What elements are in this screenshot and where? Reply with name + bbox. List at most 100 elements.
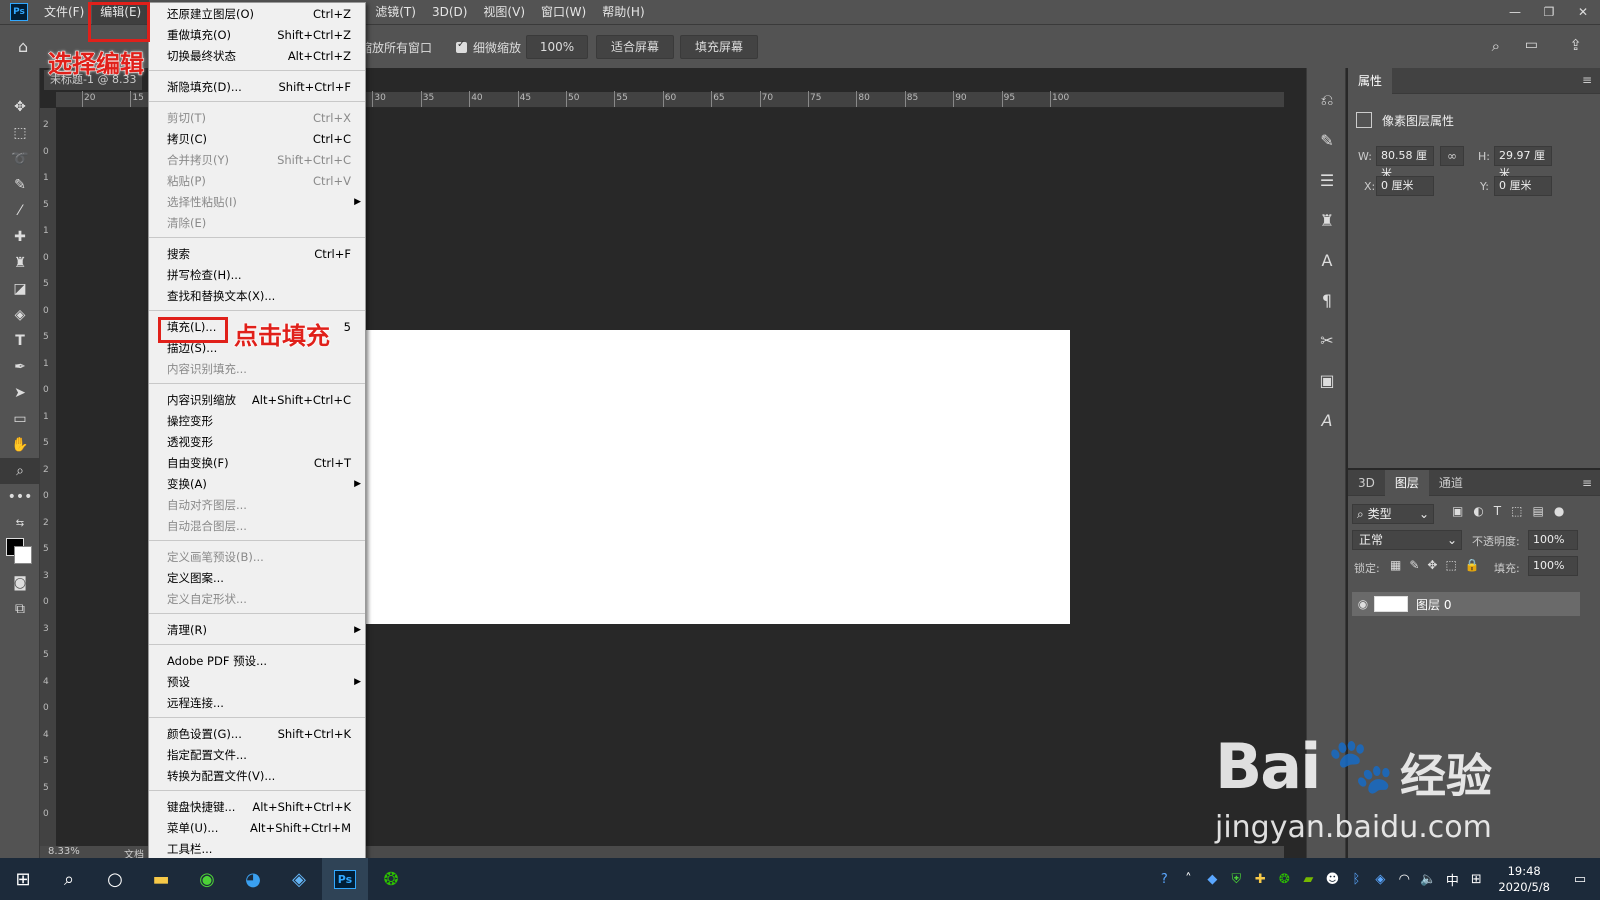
close-button[interactable]: ✕	[1566, 0, 1600, 24]
eye-icon[interactable]: ◉	[1352, 597, 1374, 611]
link-icon[interactable]: ∞	[1440, 146, 1464, 166]
edit-menu-item[interactable]: 重做填充(O) Shift+Ctrl+Z	[149, 24, 365, 45]
history-icon[interactable]: ⎌	[1307, 80, 1347, 120]
fill-field[interactable]: 100%	[1528, 556, 1578, 576]
eraser-tool-icon[interactable]: ◪	[0, 276, 40, 302]
quick-mask-icon[interactable]: ◙	[0, 570, 40, 596]
menu-filter[interactable]: 滤镜(T)	[367, 0, 424, 24]
edit-menu-item[interactable]: 内容识别缩放 Alt+Shift+Ctrl+C	[149, 389, 365, 410]
edit-menu-item[interactable]: 透视变形	[149, 431, 365, 452]
edit-menu-item[interactable]: 拼写检查(H)...	[149, 264, 365, 285]
edit-menu-item[interactable]: 清理(R) ▶	[149, 619, 365, 640]
menu-file[interactable]: 文件(F)	[36, 0, 92, 24]
wechat-icon[interactable]: ❂	[368, 858, 414, 900]
lock-icons[interactable]: ▦✎✥⬚🔒	[1390, 558, 1488, 572]
screen-mode-icon[interactable]: ⧉	[0, 596, 40, 622]
plus-tray-icon[interactable]: ✚	[1248, 858, 1272, 900]
edit-menu-item[interactable]: 预设 ▶	[149, 671, 365, 692]
adjustments-icon[interactable]: ☰	[1307, 160, 1347, 200]
edit-menu-item[interactable]: Adobe PDF 预设...	[149, 650, 365, 671]
workspace-icon[interactable]: ▭	[1525, 37, 1538, 53]
opacity-field[interactable]: 100%	[1528, 530, 1578, 550]
panel-menu-icon[interactable]: ≡	[1582, 476, 1592, 490]
edit-menu-item[interactable]: 还原建立图层(O) Ctrl+Z	[149, 3, 365, 24]
home-icon[interactable]: ⌂	[18, 37, 28, 56]
healing-brush-tool-icon[interactable]: ✚	[0, 224, 40, 250]
clock[interactable]: 19:48 2020/5/8	[1488, 863, 1560, 895]
eyedropper-tool-icon[interactable]: ⁄	[0, 198, 40, 224]
tab-channels[interactable]: 通道	[1429, 470, 1473, 496]
stamp-tool-icon[interactable]: ♜	[0, 250, 40, 276]
fill-screen-button[interactable]: 填充屏幕	[680, 35, 759, 59]
qq-icon[interactable]: ☻	[1320, 858, 1344, 900]
tool-presets-icon[interactable]: ✂	[1307, 320, 1347, 360]
move-tool-icon[interactable]: ✥	[0, 94, 40, 120]
edit-menu-item[interactable]: 定义图案...	[149, 567, 365, 588]
app-sync-icon[interactable]: ◈	[1368, 858, 1392, 900]
pen-tool-icon[interactable]: ✒	[0, 354, 40, 380]
cortana-icon[interactable]: ○	[92, 858, 138, 900]
edit-menu-item[interactable]: 转换为配置文件(V)...	[149, 765, 365, 786]
edit-menu-item[interactable]: 指定配置文件...	[149, 744, 365, 765]
type-tool-icon[interactable]: T	[0, 328, 40, 354]
layer-filter-select[interactable]: ⌕ 类型 ⌄	[1352, 504, 1434, 524]
width-field[interactable]: 80.58 厘米	[1376, 146, 1434, 180]
clone-source-icon[interactable]: ♜	[1307, 200, 1347, 240]
volume-icon[interactable]: 🔈	[1416, 858, 1440, 900]
edit-menu-item[interactable]: 搜索 Ctrl+F	[149, 243, 365, 264]
paragraph-icon[interactable]: ¶	[1307, 280, 1347, 320]
menu-3d[interactable]: 3D(D)	[424, 0, 475, 24]
edit-menu-item[interactable]: 工具栏...	[149, 838, 365, 859]
wifi-icon[interactable]: ◠	[1392, 858, 1416, 900]
rectangle-tool-icon[interactable]: ▭	[0, 406, 40, 432]
glyphs-icon[interactable]: A	[1307, 400, 1347, 440]
app-blue-icon[interactable]: ◈	[276, 858, 322, 900]
help-icon[interactable]: ?	[1152, 858, 1176, 900]
zoom-level[interactable]: 8.33%	[48, 846, 80, 857]
edit-menu-item[interactable]: 远程连接...	[149, 692, 365, 713]
panel-menu-icon[interactable]: ≡	[1582, 73, 1592, 87]
scrubby-zoom-checkbox[interactable]: 细微缩放	[456, 39, 521, 56]
layer-filter-icons[interactable]: ▣◐T⬚▤●	[1452, 504, 1574, 518]
edit-menu-item[interactable]: 渐隐填充(D)... Shift+Ctrl+F	[149, 76, 365, 97]
share-icon[interactable]: ⇪	[1569, 36, 1582, 54]
background-color-swatch[interactable]	[14, 546, 32, 564]
file-explorer-icon[interactable]: ▬	[138, 858, 184, 900]
zoom-all-windows-checkbox[interactable]: 缩放所有窗口	[360, 39, 432, 56]
layer-row[interactable]: ◉ 图层 0	[1352, 592, 1580, 616]
minimize-button[interactable]: —	[1498, 0, 1532, 24]
menu-window[interactable]: 窗口(W)	[533, 0, 594, 24]
photoshop-taskbar-icon[interactable]: Ps	[322, 858, 368, 900]
fit-screen-button[interactable]: 适合屏幕	[596, 35, 675, 59]
zoom-100-button[interactable]: 100%	[526, 35, 588, 59]
edit-menu-item[interactable]: 颜色设置(G)... Shift+Ctrl+K	[149, 723, 365, 744]
tab-layers[interactable]: 图层	[1384, 469, 1429, 496]
marquee-tool-icon[interactable]: ⬚	[0, 120, 40, 146]
character-icon[interactable]: A	[1307, 240, 1347, 280]
tab-3d[interactable]: 3D	[1348, 470, 1385, 496]
edge-browser-icon[interactable]: ◕	[230, 858, 276, 900]
brush-settings-icon[interactable]: ✎	[1307, 120, 1347, 160]
search-icon[interactable]: ⌕	[46, 858, 92, 900]
edit-menu-item[interactable]: 拷贝(C) Ctrl+C	[149, 128, 365, 149]
windows-start-icon[interactable]: ⊞	[0, 858, 46, 900]
color-swatches[interactable]	[0, 536, 39, 570]
ime-language[interactable]: 中	[1440, 858, 1464, 900]
edit-menu-item[interactable]: 菜单(U)... Alt+Shift+Ctrl+M	[149, 817, 365, 838]
app-tray-icon[interactable]: ◆	[1200, 858, 1224, 900]
menu-help[interactable]: 帮助(H)	[594, 0, 652, 24]
quick-select-tool-icon[interactable]: ✎	[0, 172, 40, 198]
nvidia-icon[interactable]: ▰	[1296, 858, 1320, 900]
menu-view[interactable]: 视图(V)	[475, 0, 533, 24]
tab-properties[interactable]: 属性	[1348, 67, 1393, 94]
more-tools-icon[interactable]: •••	[0, 484, 40, 510]
zoom-tool-icon[interactable]: ⌕	[0, 458, 40, 484]
swap-colors-icon[interactable]: ⇆	[0, 510, 40, 536]
shield-icon[interactable]: ⛨	[1224, 858, 1248, 900]
edit-menu-item[interactable]: 键盘快捷键... Alt+Shift+Ctrl+K	[149, 796, 365, 817]
y-field[interactable]: 0 厘米	[1494, 176, 1552, 196]
blend-mode-select[interactable]: 正常 ⌄	[1352, 530, 1462, 550]
edit-menu-item[interactable]: 操控变形	[149, 410, 365, 431]
search-icon[interactable]: ⌕	[1492, 37, 1500, 55]
bluetooth-icon[interactable]: ᛒ	[1344, 858, 1368, 900]
